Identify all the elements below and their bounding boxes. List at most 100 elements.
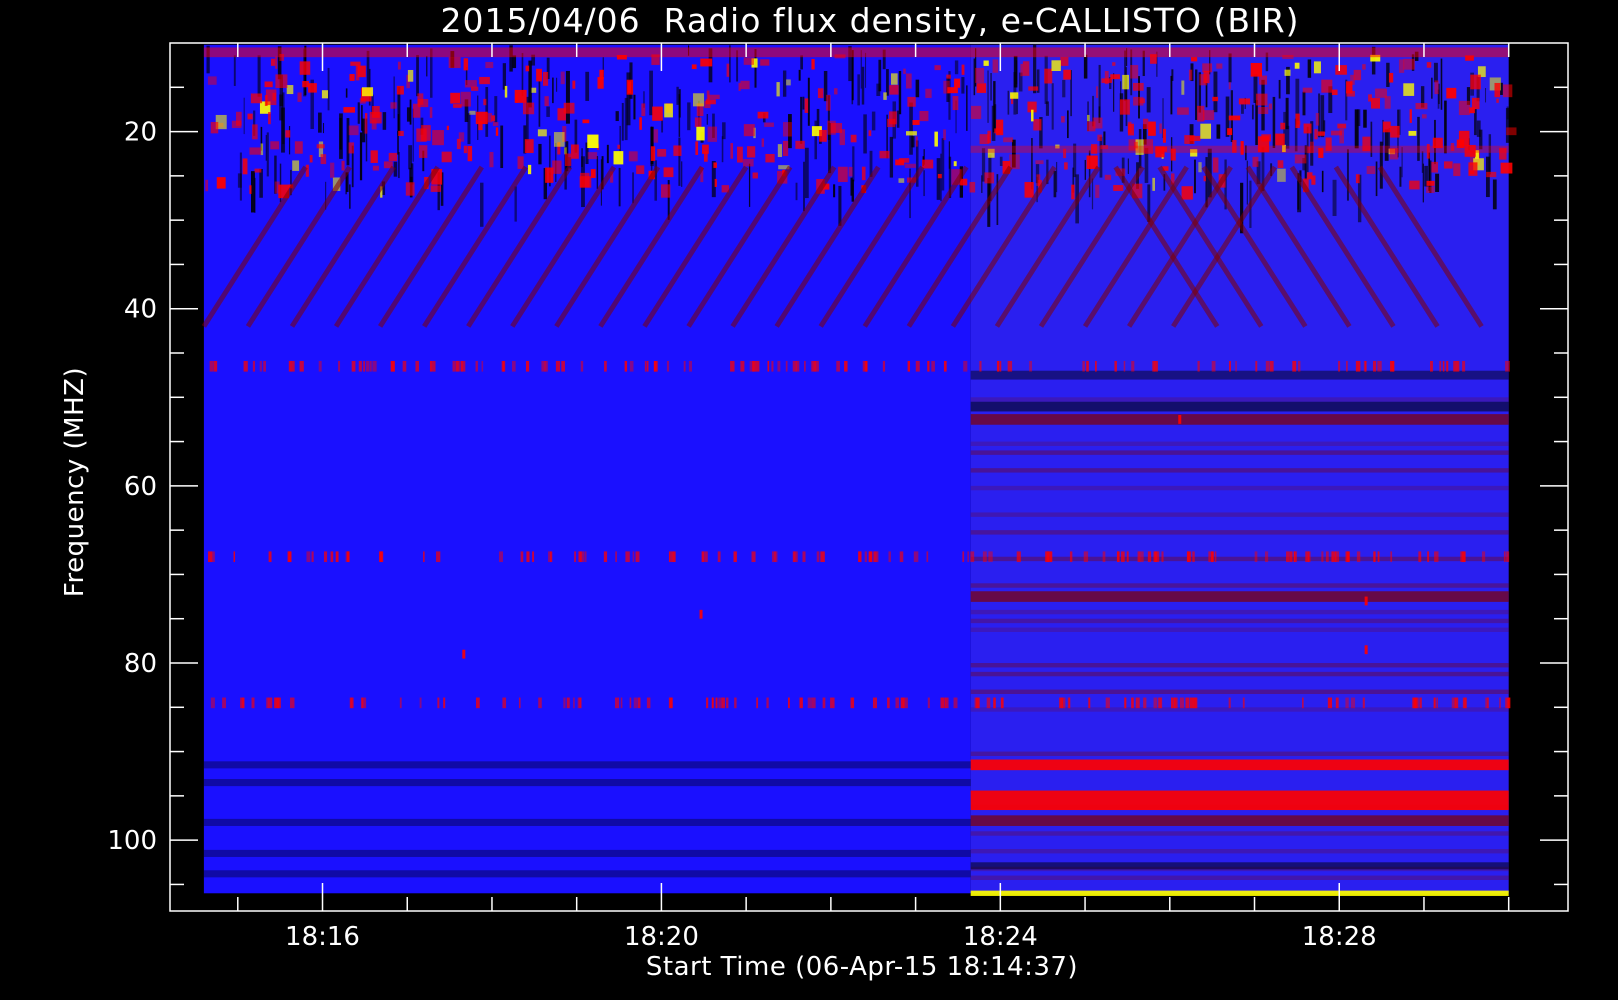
heatmap-cell bbox=[590, 169, 596, 178]
heatmap-cell bbox=[848, 166, 853, 177]
heatmap-cell bbox=[887, 697, 890, 709]
heatmap-cell bbox=[1010, 92, 1019, 99]
heatmap-cell bbox=[346, 551, 350, 563]
heatmap-cell bbox=[711, 697, 715, 709]
heatmap-cell bbox=[1121, 551, 1125, 563]
heatmap-cell bbox=[944, 697, 947, 709]
heatmap-band bbox=[970, 663, 1509, 668]
heatmap-cell bbox=[432, 130, 444, 146]
heatmap-cell bbox=[804, 98, 809, 113]
heatmap-cell bbox=[653, 360, 657, 372]
heatmap-cell bbox=[747, 146, 756, 158]
heatmap-cell bbox=[552, 160, 562, 174]
heatmap-cell bbox=[820, 551, 825, 563]
heatmap-band bbox=[970, 145, 1509, 153]
heatmap-cell bbox=[947, 87, 958, 94]
heatmap-cell bbox=[830, 697, 835, 709]
heatmap-cell bbox=[927, 697, 930, 709]
heatmap-cell bbox=[1153, 360, 1158, 372]
heatmap-cell bbox=[925, 88, 932, 98]
heatmap-cell bbox=[270, 58, 276, 66]
heatmap-cell bbox=[436, 551, 441, 563]
heatmap-cell bbox=[429, 360, 432, 372]
heatmap-cell bbox=[343, 107, 355, 113]
heatmap-cell bbox=[708, 94, 720, 100]
heatmap-cell bbox=[730, 143, 734, 159]
heatmap-cell bbox=[844, 360, 848, 372]
heatmap-cell bbox=[1409, 180, 1420, 190]
heatmap-cell bbox=[517, 156, 524, 169]
y-axis-label: Frequency (MHZ) bbox=[60, 367, 90, 597]
heatmap-cell bbox=[1294, 62, 1300, 69]
heatmap-cell bbox=[1033, 119, 1042, 131]
heatmap-cell bbox=[1365, 360, 1367, 372]
heatmap-cell bbox=[767, 360, 770, 372]
heatmap-cell bbox=[1170, 75, 1173, 115]
heatmap bbox=[201, 44, 1517, 896]
heatmap-cell bbox=[1229, 360, 1231, 372]
heatmap-cell bbox=[1321, 79, 1333, 93]
heatmap-cell bbox=[899, 551, 904, 563]
heatmap-cell bbox=[1332, 179, 1337, 216]
heatmap-cell bbox=[771, 360, 774, 372]
heatmap-cell bbox=[743, 57, 754, 65]
heatmap-cell bbox=[730, 360, 735, 372]
heatmap-cell bbox=[1094, 360, 1097, 372]
heatmap-cell bbox=[417, 98, 429, 108]
heatmap-cell bbox=[1064, 162, 1068, 170]
y-tick-label: 40 bbox=[124, 295, 157, 325]
heatmap-cell bbox=[544, 96, 549, 107]
heatmap-cell bbox=[492, 122, 499, 127]
heatmap-band bbox=[203, 779, 971, 787]
heatmap-cell bbox=[1203, 70, 1210, 84]
heatmap-cell bbox=[1426, 62, 1432, 68]
heatmap-cell bbox=[463, 58, 469, 71]
heatmap-cell bbox=[726, 697, 729, 709]
heatmap-cell bbox=[678, 137, 681, 186]
heatmap-cell bbox=[1161, 551, 1164, 563]
heatmap-cell bbox=[1346, 360, 1348, 372]
heatmap-cell bbox=[515, 94, 518, 103]
heatmap-cell bbox=[1235, 360, 1237, 372]
heatmap-cell bbox=[1502, 84, 1513, 98]
heatmap-cell bbox=[233, 55, 236, 86]
heatmap-cell bbox=[940, 697, 945, 709]
heatmap-cell bbox=[209, 360, 214, 372]
heatmap-cell bbox=[681, 161, 683, 187]
heatmap-cell bbox=[249, 185, 252, 194]
heatmap-cell bbox=[1327, 697, 1333, 709]
heatmap-cell bbox=[241, 697, 245, 709]
heatmap-cell bbox=[1092, 117, 1103, 129]
heatmap-cell bbox=[1087, 114, 1090, 122]
heatmap-cell bbox=[627, 81, 632, 94]
heatmap-cell bbox=[382, 112, 387, 130]
heatmap-cell bbox=[1208, 551, 1210, 563]
heatmap-cell bbox=[339, 117, 342, 150]
heatmap-cell bbox=[580, 551, 585, 563]
heatmap-cell bbox=[1398, 59, 1405, 73]
heatmap-cell bbox=[361, 105, 363, 131]
heatmap-cell bbox=[1181, 186, 1193, 200]
heatmap-cell bbox=[327, 67, 330, 111]
heatmap-cell bbox=[476, 697, 480, 709]
heatmap-cell bbox=[597, 77, 604, 89]
heatmap-cell bbox=[210, 121, 219, 134]
heatmap-cell bbox=[1335, 65, 1347, 75]
heatmap-cell bbox=[443, 697, 446, 709]
heatmap-cell bbox=[1362, 697, 1365, 709]
heatmap-cell bbox=[603, 551, 608, 563]
heatmap-cell bbox=[348, 142, 355, 154]
heatmap-cell bbox=[406, 107, 411, 122]
heatmap-cell bbox=[426, 55, 428, 77]
heatmap-cell bbox=[676, 86, 679, 105]
heatmap-band bbox=[970, 689, 1509, 694]
heatmap-cell bbox=[927, 360, 930, 372]
heatmap-cell bbox=[646, 360, 649, 372]
heatmap-cell bbox=[999, 156, 1003, 166]
heatmap-cell bbox=[668, 551, 671, 563]
heatmap-cell bbox=[536, 68, 542, 82]
heatmap-band bbox=[970, 468, 1509, 473]
heatmap-cell bbox=[1426, 186, 1435, 193]
heatmap-cell bbox=[903, 68, 906, 75]
heatmap-cell bbox=[348, 125, 359, 136]
